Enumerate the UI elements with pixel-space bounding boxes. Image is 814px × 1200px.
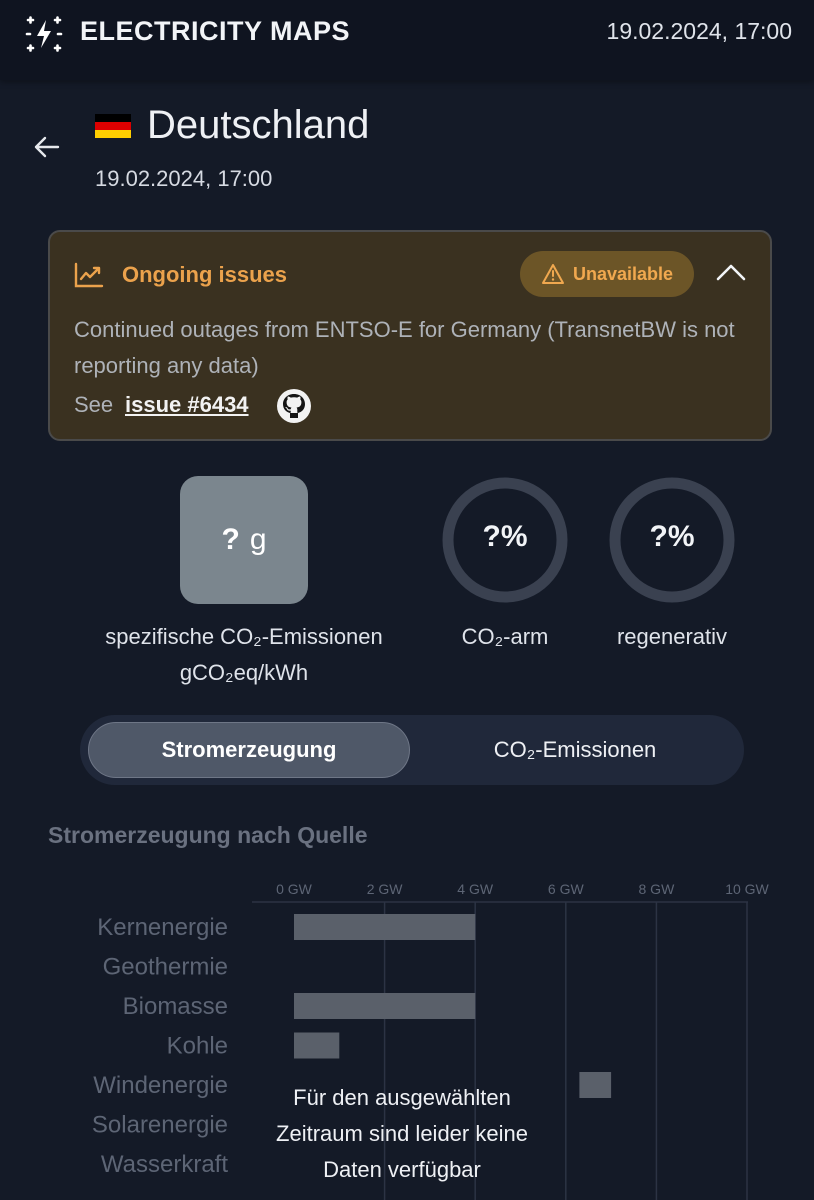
low-carbon-label: CO₂-arm	[461, 624, 549, 649]
header-datetime: 19.02.2024, 17:00	[606, 18, 792, 44]
issue-link[interactable]: issue #6434	[125, 392, 249, 418]
ongoing-issues-panel: Ongoing issues Unavailable Continued out…	[48, 230, 772, 441]
issue-message: Continued outages from ENTSO-E for Germa…	[74, 317, 735, 378]
bar-kohle	[294, 1032, 340, 1059]
back-arrow-icon[interactable]	[30, 130, 64, 164]
category-label: Wasserkraft	[101, 1151, 228, 1178]
bar-biomasse	[294, 993, 476, 1019]
x-tick-label: 10 GW	[725, 881, 769, 897]
status-badge: Unavailable	[520, 251, 694, 297]
zone-name: Deutschland	[147, 103, 370, 147]
carbon-intensity-value: ?	[221, 523, 240, 556]
renewable-value: ?%	[649, 520, 695, 553]
tab-stromerzeugung[interactable]: Stromerzeugung	[88, 722, 410, 778]
category-label: Kohle	[167, 1033, 228, 1060]
flag-stripe-red	[95, 122, 131, 130]
germany-flag-icon	[95, 114, 131, 138]
github-icon[interactable]	[276, 388, 312, 424]
no-data-message: Für den ausgewählten Zeitraum sind leide…	[276, 1085, 528, 1182]
issue-see-label: See	[74, 392, 114, 417]
category-label: Solarenergie	[92, 1112, 228, 1139]
warning-icon	[541, 264, 564, 284]
x-tick-label: 2 GW	[367, 881, 404, 897]
carbon-intensity-unit-label: gCO₂eq/kWh	[179, 660, 309, 685]
section-title: Stromerzeugung nach Quelle	[48, 822, 368, 848]
chevron-up-icon[interactable]	[714, 260, 748, 284]
zone-datetime: 19.02.2024, 17:00	[95, 166, 273, 191]
carbon-intensity-box: ? g	[180, 476, 308, 604]
tab-co2-emissionen[interactable]: CO₂-Emissionen	[414, 722, 736, 778]
x-tick-label: 6 GW	[548, 881, 585, 897]
category-label: Kernenergie	[97, 914, 228, 941]
carbon-intensity-unit: g	[249, 523, 267, 556]
x-tick-label: 4 GW	[457, 881, 494, 897]
x-tick-label: 8 GW	[639, 881, 676, 897]
flag-stripe-gold	[95, 130, 131, 138]
status-badge-label: Unavailable	[572, 263, 674, 284]
top-bar: ELECTRICITY MAPS 19.02.2024, 17:00	[0, 0, 814, 80]
bar-windenergie	[579, 1072, 612, 1098]
bar-kernenergie	[294, 914, 476, 940]
mode-toggle: Stromerzeugung CO₂-Emissionen	[80, 715, 744, 785]
electricity-maps-logo-icon	[25, 16, 63, 52]
category-label: Biomasse	[123, 993, 228, 1020]
flag-stripe-black	[95, 114, 131, 122]
renewable-label: regenerativ	[616, 624, 728, 649]
trend-chart-icon	[74, 262, 104, 288]
low-carbon-value: ?%	[482, 520, 528, 553]
x-tick-label: 0 GW	[276, 881, 313, 897]
issue-title: Ongoing issues	[122, 262, 288, 287]
carbon-intensity-label: spezifische CO₂-Emissionen	[105, 624, 383, 649]
category-label: Geothermie	[103, 954, 228, 981]
category-label: Windenergie	[93, 1072, 228, 1099]
brand-title: ELECTRICITY MAPS	[80, 16, 351, 46]
